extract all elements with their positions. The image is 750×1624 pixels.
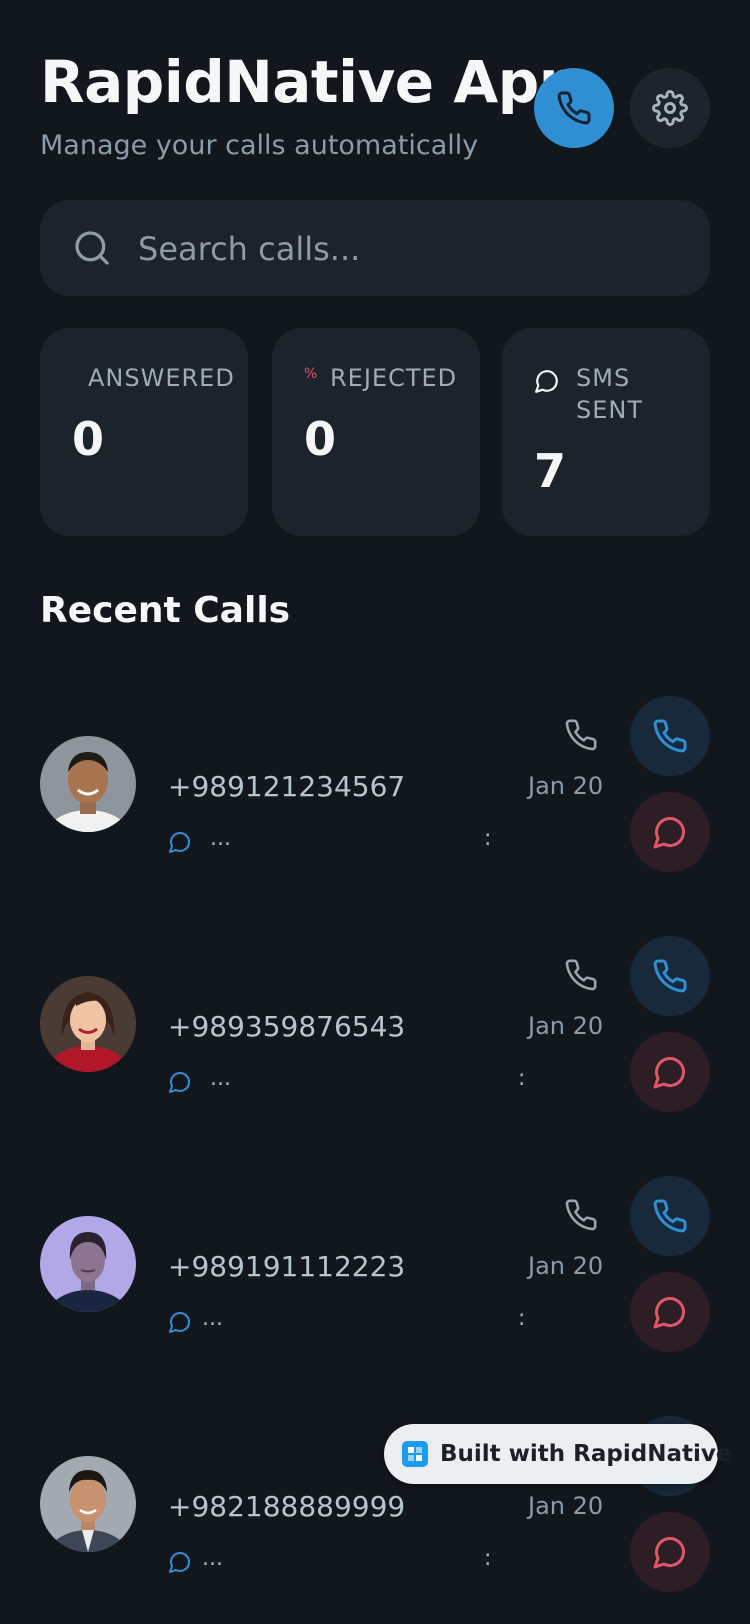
phone-icon: [565, 719, 597, 751]
snippet-separator: :: [518, 1306, 526, 1331]
message-icon: [169, 832, 190, 853]
message-icon: [169, 1072, 190, 1093]
badge-label: Built with RapidNative: [440, 1441, 732, 1467]
message-snippet: ...: [202, 1546, 223, 1571]
call-date: Jan 20: [528, 1012, 604, 1040]
stat-card-answered: ANSWERED 0: [40, 328, 248, 536]
call-button[interactable]: [534, 68, 614, 148]
gear-icon: [652, 90, 688, 126]
search-icon: [75, 231, 109, 265]
search-input[interactable]: [136, 216, 680, 282]
call-date: Jan 20: [528, 772, 604, 800]
message-icon: [653, 816, 686, 849]
app-subtitle: Manage your calls automatically: [40, 130, 479, 161]
message-icon: [169, 1552, 190, 1573]
send-sms-button[interactable]: [630, 792, 710, 872]
avatar: [40, 1216, 136, 1312]
call-back-button[interactable]: [630, 936, 710, 1016]
message-snippet: ...: [202, 1306, 223, 1331]
section-title: Recent Calls: [40, 590, 291, 631]
message-icon: [653, 1536, 686, 1569]
stat-card-rejected: % REJECTED 0: [272, 328, 480, 536]
avatar: [40, 1456, 136, 1552]
send-sms-button[interactable]: [630, 1512, 710, 1592]
stat-label: REJECTED: [330, 364, 458, 392]
message-snippet: ...: [210, 826, 231, 851]
phone-icon: [653, 959, 687, 993]
call-row[interactable]: +989121234567 Jan 20 ... :: [0, 696, 750, 896]
search-bar[interactable]: [40, 200, 710, 296]
call-date: Jan 20: [528, 1492, 604, 1520]
phone-number: +989191112223: [168, 1250, 406, 1283]
rapidnative-logo-icon: [402, 1441, 428, 1467]
message-icon: [535, 370, 558, 393]
call-back-button[interactable]: [630, 1176, 710, 1256]
avatar: [40, 976, 136, 1072]
percent-icon: %: [304, 366, 318, 382]
message-snippet: ...: [210, 1066, 231, 1091]
call-row[interactable]: +989191112223 Jan 20 ... :: [0, 1176, 750, 1376]
message-icon: [653, 1296, 686, 1329]
snippet-separator: :: [484, 1546, 492, 1571]
message-icon: [653, 1056, 686, 1089]
call-back-button[interactable]: [630, 696, 710, 776]
phone-number: +989121234567: [168, 770, 406, 803]
stat-value: 7: [534, 444, 567, 498]
phone-number: +989359876543: [168, 1010, 406, 1043]
stat-label: SMS: [576, 364, 631, 392]
message-icon: [169, 1312, 190, 1333]
phone-icon: [557, 91, 591, 125]
phone-icon: [565, 959, 597, 991]
snippet-separator: :: [484, 826, 492, 851]
stat-value: 0: [304, 412, 337, 466]
phone-icon: [653, 1199, 687, 1233]
phone-icon: [565, 1199, 597, 1231]
snippet-separator: :: [518, 1066, 526, 1091]
send-sms-button[interactable]: [630, 1272, 710, 1352]
send-sms-button[interactable]: [630, 1032, 710, 1112]
call-date: Jan 20: [528, 1252, 604, 1280]
app-title: RapidNative App: [40, 48, 580, 116]
phone-icon: [653, 719, 687, 753]
avatar: [40, 736, 136, 832]
built-with-badge[interactable]: Built with RapidNative: [384, 1424, 731, 1484]
settings-button[interactable]: [630, 68, 710, 148]
stat-card-sms-sent: SMS SENT 7: [502, 328, 710, 536]
call-row[interactable]: +989359876543 Jan 20 ... :: [0, 936, 750, 1136]
stat-value: 0: [72, 412, 105, 466]
stat-label: SENT: [576, 396, 644, 424]
phone-number: +982188889999: [168, 1490, 406, 1523]
stat-label: ANSWERED: [88, 364, 235, 392]
